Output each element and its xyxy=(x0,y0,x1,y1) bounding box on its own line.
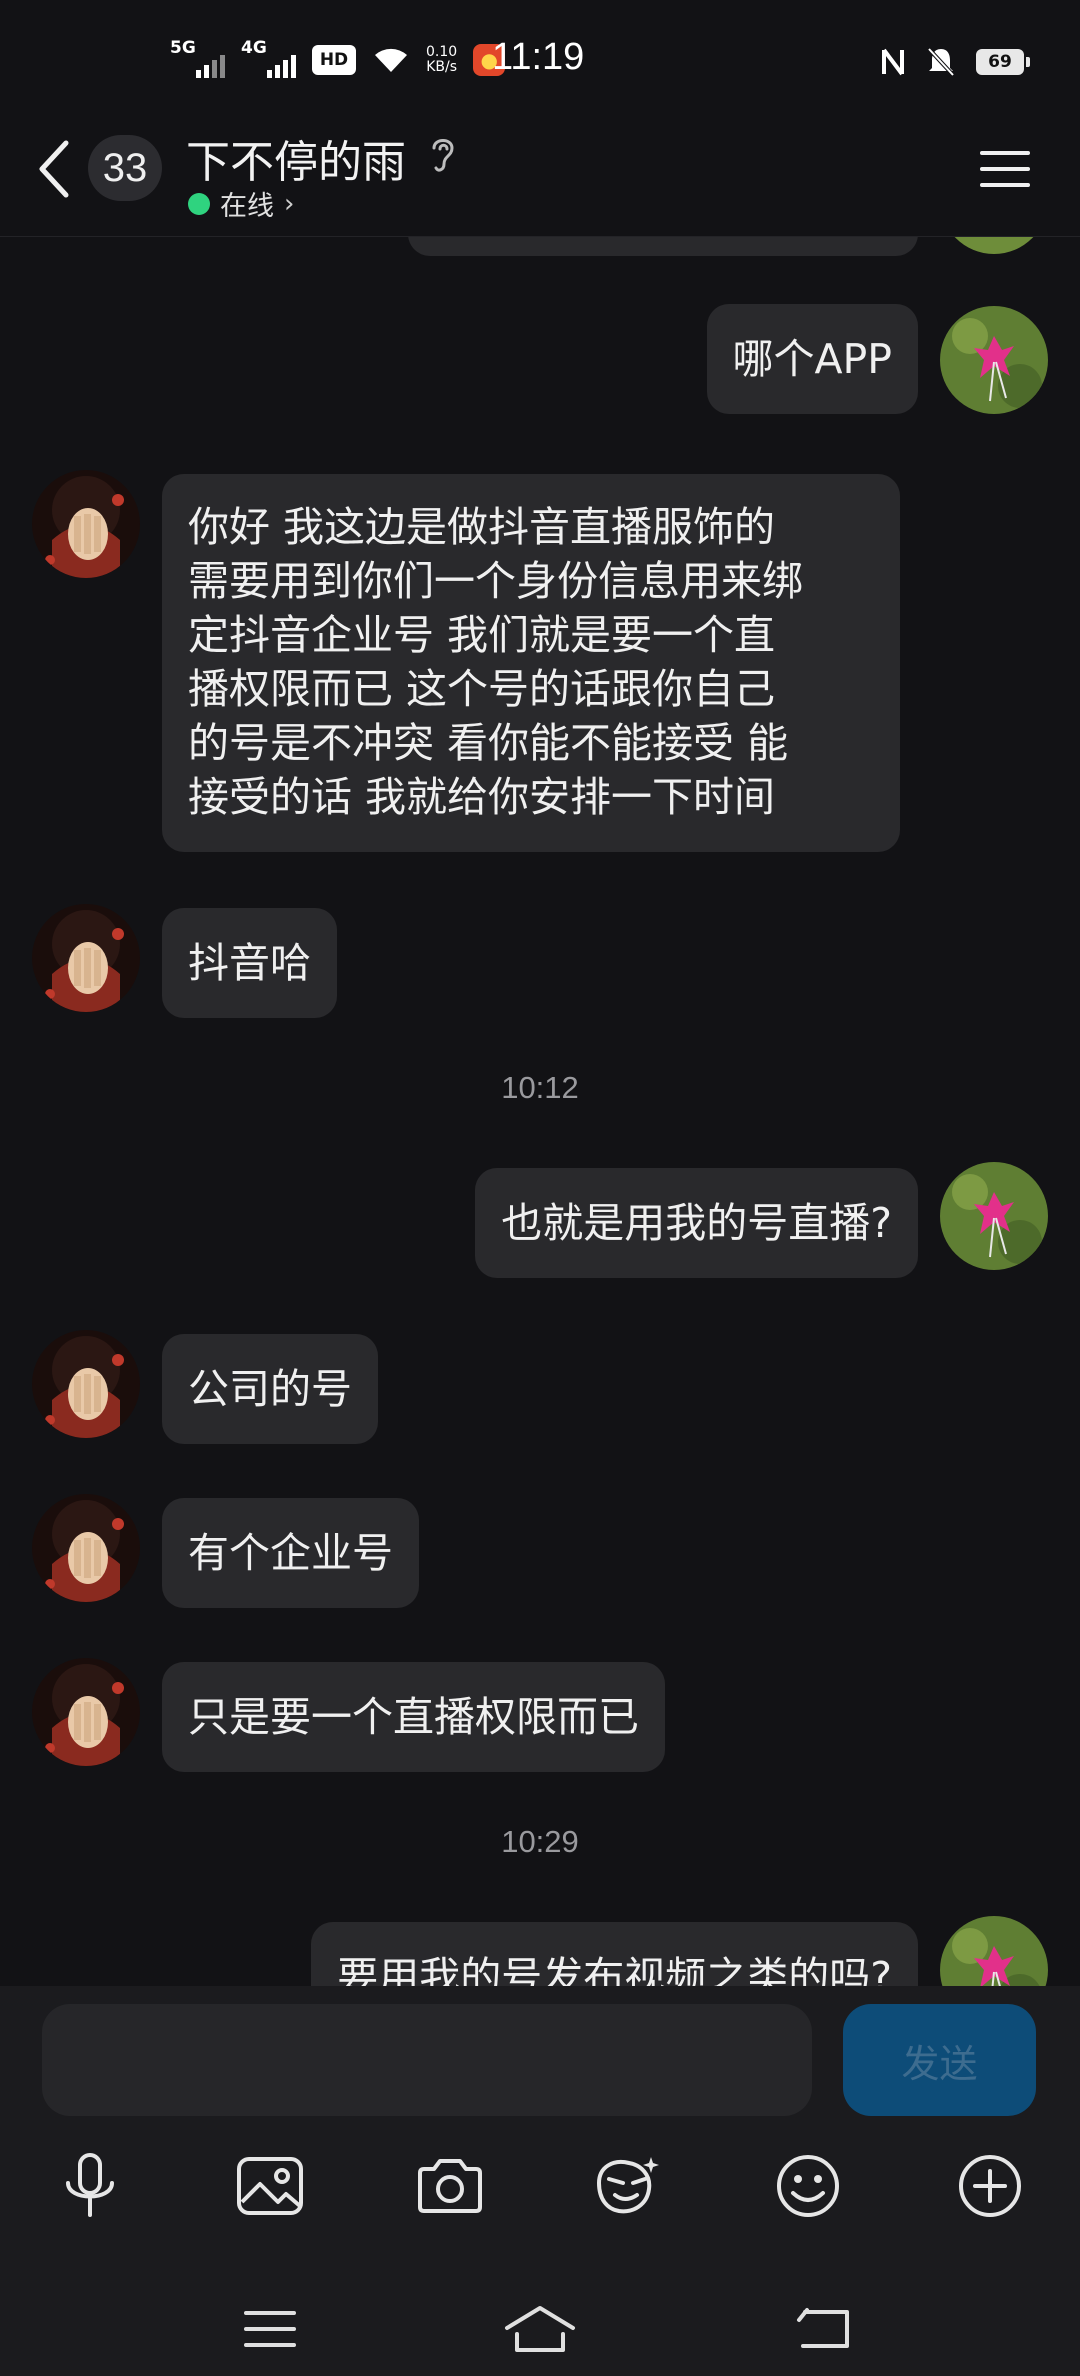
message-bubble[interactable]: 要用我的号发布视频之类的吗? xyxy=(311,1922,918,1986)
menu-button[interactable] xyxy=(980,144,1030,194)
ear-icon[interactable] xyxy=(428,132,458,176)
contact-avatar[interactable] xyxy=(32,904,140,1012)
network-type-label: 5G xyxy=(170,38,196,58)
battery-icon: 69 xyxy=(976,49,1030,75)
message-list[interactable]: 哪个APP 你好 我这边是做抖音直播服饰的 需要用到你们一个身份信息用来绑 定抖… xyxy=(0,236,1080,1986)
image-icon xyxy=(237,2157,303,2215)
message-bubble[interactable]: 只是要一个直播权限而已 xyxy=(162,1662,665,1772)
nfc-icon xyxy=(882,48,904,76)
contact-avatar[interactable] xyxy=(32,1330,140,1438)
sticker-icon xyxy=(596,2157,659,2214)
signal-5g-icon: 5G xyxy=(170,38,225,78)
message-bubble[interactable]: 有个企业号 xyxy=(162,1498,419,1608)
recents-button[interactable] xyxy=(230,2294,310,2364)
composer: 发送 xyxy=(0,1986,1080,2376)
camera-icon xyxy=(418,2159,482,2213)
send-button[interactable]: 发送 xyxy=(843,2004,1036,2116)
chevron-left-icon xyxy=(39,140,69,198)
home-icon xyxy=(505,2306,575,2352)
wifi-icon xyxy=(375,48,407,72)
self-avatar[interactable] xyxy=(940,236,1048,254)
more-button[interactable] xyxy=(950,2146,1030,2226)
online-status[interactable]: 在线 › xyxy=(188,184,294,223)
self-avatar[interactable] xyxy=(940,1162,1048,1270)
menu-lines-icon xyxy=(244,2311,296,2347)
camera-button[interactable] xyxy=(410,2146,490,2226)
timestamp: 10:29 xyxy=(501,1824,579,1859)
back-nav-button[interactable] xyxy=(784,2294,864,2364)
timestamp: 10:12 xyxy=(501,1070,579,1105)
message-bubble[interactable]: 公司的号 xyxy=(162,1334,378,1444)
hd-voice-icon: HD xyxy=(312,45,356,75)
speed-value: 0.10 xyxy=(426,44,458,60)
return-icon xyxy=(797,2308,849,2348)
message-bubble[interactable]: 哪个APP xyxy=(706,304,918,414)
system-nav-bar xyxy=(0,2286,1080,2376)
self-avatar[interactable] xyxy=(940,306,1048,414)
unread-count-badge[interactable]: 33 xyxy=(88,135,162,201)
plus-icon xyxy=(959,2155,1021,2217)
image-button[interactable] xyxy=(230,2146,310,2226)
composer-toolbar xyxy=(0,2146,1080,2246)
contact-avatar[interactable] xyxy=(32,1494,140,1602)
mute-bell-icon xyxy=(927,47,955,77)
status-right: 69 xyxy=(880,46,1030,78)
mic-button[interactable] xyxy=(50,2146,130,2226)
mic-icon xyxy=(66,2153,114,2217)
network-type-label: 4G xyxy=(241,38,267,58)
home-button[interactable] xyxy=(500,2294,580,2364)
chat-header: 33 下不停的雨 在线 › xyxy=(0,110,1080,237)
self-avatar[interactable] xyxy=(940,1916,1048,1986)
chat-screen: 5G 4G HD 0.10 KB/s ● 11:19 69 33 下不停的雨 在… xyxy=(0,0,1080,2376)
network-speed: 0.10 KB/s xyxy=(426,45,457,75)
sticker-button[interactable] xyxy=(588,2146,668,2226)
signal-4g-icon: 4G xyxy=(241,38,296,78)
message-bubble[interactable]: 抖音哈 xyxy=(162,908,337,1018)
contact-avatar[interactable] xyxy=(32,470,140,578)
speed-unit: KB/s xyxy=(426,59,457,75)
chevron-right-icon: › xyxy=(284,188,295,219)
message-input[interactable] xyxy=(42,2004,812,2116)
contact-avatar[interactable] xyxy=(32,1658,140,1766)
message-bubble-partial[interactable] xyxy=(408,236,918,256)
message-bubble[interactable]: 也就是用我的号直播? xyxy=(475,1168,918,1278)
contact-name[interactable]: 下不停的雨 xyxy=(186,126,406,190)
message-bubble[interactable]: 你好 我这边是做抖音直播服饰的 需要用到你们一个身份信息用来绑 定抖音企业号 我… xyxy=(162,474,900,852)
online-dot-icon xyxy=(188,192,210,215)
online-status-text: 在线 xyxy=(220,191,274,222)
status-left: 5G 4G HD 0.10 KB/s ● xyxy=(170,38,506,78)
emoji-icon xyxy=(777,2155,839,2217)
clock: 11:19 xyxy=(492,36,585,78)
back-button[interactable] xyxy=(36,134,80,204)
emoji-button[interactable] xyxy=(768,2146,848,2226)
